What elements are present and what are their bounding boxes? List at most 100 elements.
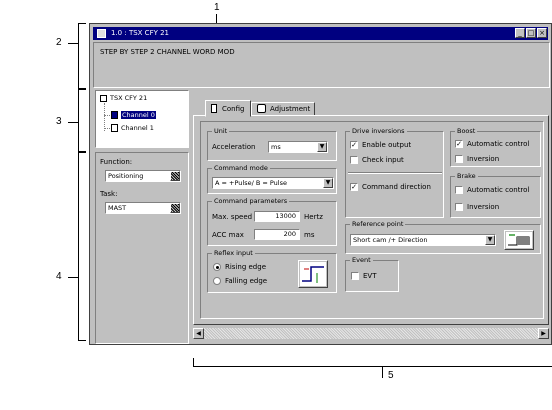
close-button[interactable]: ×	[537, 28, 547, 38]
dropdown-arrow-icon[interactable]	[170, 203, 180, 213]
callout-3-tick	[68, 122, 78, 123]
window-title: 1.0 : TSX CFY 21	[111, 29, 170, 37]
tab-config[interactable]: Config	[205, 100, 251, 117]
channel-icon	[111, 124, 118, 132]
module-header: STEP BY STEP 2 CHANNEL WORD MOD	[93, 42, 550, 88]
dropdown-arrow-icon[interactable]: ▼	[485, 235, 495, 245]
callout-5-tick	[382, 366, 383, 378]
config-tab-body: Unit Acceleration ms ▼ Command mode A = …	[193, 115, 549, 325]
boost-inversion-label: Inversion	[467, 155, 500, 163]
max-speed-label: Max. speed	[212, 213, 253, 221]
brake-automatic-control-checkbox[interactable]	[455, 186, 463, 194]
unit-group: Unit Acceleration ms ▼	[207, 127, 337, 161]
reference-cam-icon[interactable]	[504, 230, 534, 250]
reference-point-select[interactable]: Short cam /+ Direction ▼	[350, 234, 496, 246]
enable-output-label: Enable output	[362, 141, 412, 149]
evt-checkbox[interactable]	[351, 272, 359, 280]
channel-tree: TSX CFY 21 Channel 0 Channel 1	[95, 90, 189, 148]
boost-automatic-control-checkbox[interactable]: ✓	[455, 140, 463, 148]
brake-inversion-checkbox[interactable]	[455, 203, 463, 211]
tab-adjustment-label: Adjustment	[270, 105, 311, 113]
acc-max-unit: ms	[304, 231, 315, 239]
separator	[348, 172, 442, 174]
drive-inversions-group: Drive inversions ✓ Enable output Check i…	[345, 127, 444, 218]
callout-4: 4	[56, 271, 62, 282]
module-description: STEP BY STEP 2 CHANNEL WORD MOD	[100, 48, 235, 56]
callout-2-bracket	[78, 23, 79, 88]
max-speed-unit: Hertz	[304, 213, 323, 221]
command-parameters-group: Command parameters Max. speed 13000 Hert…	[207, 197, 337, 246]
callout-4-bracket-top	[78, 152, 86, 153]
callout-3: 3	[56, 116, 62, 127]
command-mode-select[interactable]: A = +Pulse/ B = Pulse ▼	[212, 177, 334, 189]
tab-config-label: Config	[222, 105, 245, 113]
callout-3-bracket-top	[78, 89, 86, 90]
reflex-input-title: Reflex input	[212, 249, 255, 257]
boost-inversion-checkbox[interactable]	[455, 155, 463, 163]
function-value: Positioning	[108, 172, 144, 180]
dropdown-arrow-icon[interactable]: ▼	[323, 178, 333, 188]
check-input-checkbox[interactable]	[350, 156, 358, 164]
title-bar[interactable]: 1.0 : TSX CFY 21 _ □ ×	[93, 27, 548, 40]
config-icon	[211, 104, 217, 113]
arrow-right-icon[interactable]: ▶	[538, 328, 549, 339]
dropdown-arrow-icon[interactable]: ▼	[317, 142, 327, 152]
command-mode-title: Command mode	[212, 164, 270, 172]
boost-automatic-control-label: Automatic control	[467, 140, 530, 148]
task-label: Task:	[100, 190, 118, 198]
evt-label: EVT	[363, 272, 377, 280]
command-direction-label: Command direction	[362, 183, 431, 191]
callout-5-bracket-left	[193, 358, 194, 367]
acc-max-input[interactable]: 200	[254, 229, 300, 240]
reflex-input-group: Reflex input Rising edge Falling edge	[207, 249, 337, 293]
rising-edge-label: Rising edge	[225, 263, 267, 271]
tree-root[interactable]: TSX CFY 21	[110, 94, 147, 102]
arrow-left-icon[interactable]: ◀	[193, 328, 204, 339]
reference-point-group: Reference point Short cam /+ Direction ▼	[345, 220, 541, 254]
tree-line	[104, 103, 105, 131]
tree-item-channel-1[interactable]: Channel 1	[121, 124, 154, 132]
reference-point-value: Short cam /+ Direction	[353, 236, 428, 244]
adjustment-icon	[257, 104, 266, 113]
callout-4-bracket	[78, 152, 79, 340]
module-icon	[100, 95, 107, 102]
tree-item-channel-0[interactable]: Channel 0	[121, 111, 156, 119]
maximize-button[interactable]: □	[526, 28, 536, 38]
unit-title: Unit	[212, 127, 230, 135]
acceleration-unit-select[interactable]: ms ▼	[268, 141, 328, 153]
max-speed-input[interactable]: 13000	[254, 211, 300, 222]
task-select[interactable]: MAST	[105, 202, 181, 214]
tab-adjustment[interactable]: Adjustment	[251, 102, 315, 116]
radio-selected-dot	[216, 266, 219, 269]
horizontal-scrollbar[interactable]: ◀ ▶	[193, 328, 549, 339]
function-panel: Function: Positioning Task: MAST	[95, 152, 189, 344]
callout-4-tick	[68, 277, 78, 278]
brake-title: Brake	[455, 172, 478, 180]
callout-2-tick	[68, 43, 78, 44]
edge-signal-icon[interactable]	[298, 260, 328, 288]
command-direction-checkbox[interactable]: ✓	[350, 183, 358, 191]
task-value: MAST	[108, 204, 127, 212]
callout-4-bracket-bottom	[78, 340, 86, 341]
config-form: Unit Acceleration ms ▼ Command mode A = …	[200, 121, 544, 319]
function-label: Function:	[100, 158, 133, 166]
tree-line-branch-1	[104, 128, 110, 129]
falling-edge-radio[interactable]	[213, 277, 221, 285]
tree-line-branch-0	[104, 115, 110, 116]
callout-2: 2	[56, 37, 62, 48]
falling-edge-label: Falling edge	[225, 277, 268, 285]
rising-edge-radio[interactable]	[213, 263, 221, 271]
dropdown-arrow-icon[interactable]	[170, 171, 180, 181]
callout-5-bracket	[193, 366, 552, 367]
boost-group: Boost ✓ Automatic control Inversion	[450, 127, 541, 167]
brake-group: Brake Automatic control Inversion	[450, 172, 541, 218]
check-input-label: Check input	[362, 156, 404, 164]
window-icon	[97, 29, 106, 38]
enable-output-checkbox[interactable]: ✓	[350, 141, 358, 149]
function-select[interactable]: Positioning	[105, 170, 181, 182]
event-title: Event	[350, 256, 373, 264]
callout-3-bracket	[78, 89, 79, 151]
minimize-button[interactable]: _	[515, 28, 525, 38]
config-window: 1.0 : TSX CFY 21 _ □ × STEP BY STEP 2 CH…	[89, 23, 552, 345]
brake-inversion-label: Inversion	[467, 203, 500, 211]
